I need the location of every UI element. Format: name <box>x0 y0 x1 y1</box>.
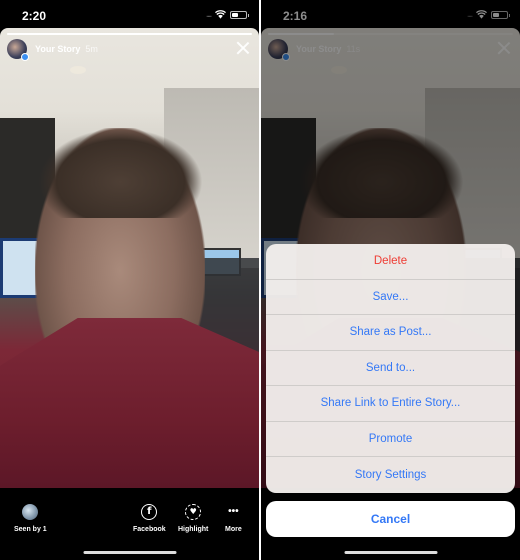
share-as-post-button[interactable]: Share as Post... <box>266 315 515 351</box>
story-title[interactable]: Your Story <box>35 44 80 54</box>
facebook-button[interactable]: f Facebook <box>133 504 166 533</box>
action-sheet-options: Delete Save... Share as Post... Send to.… <box>266 244 515 493</box>
more-button[interactable]: ••• More <box>225 504 242 534</box>
status-icons: .... <box>206 10 249 19</box>
action-sheet: Delete Save... Share as Post... Send to.… <box>266 244 515 537</box>
delete-button[interactable]: Delete <box>266 244 515 280</box>
seen-by-label: Seen by 1 <box>14 526 47 533</box>
status-time: 2:20 <box>22 9 47 23</box>
wifi-icon <box>215 10 226 19</box>
signal-icon: .... <box>206 10 212 19</box>
facebook-icon: f <box>141 504 158 520</box>
viewer-avatar <box>22 504 39 520</box>
seen-by-button[interactable]: Seen by 1 <box>14 504 47 533</box>
story-header: Your Story 5m <box>7 38 252 61</box>
close-icon[interactable] <box>236 41 250 55</box>
story-time-ago: 5m <box>85 44 98 54</box>
story-viewer-right: 2:16 .... Your Story 11s Delete Save... … <box>261 0 520 560</box>
battery-icon <box>230 10 249 19</box>
more-dots-icon: ••• <box>228 506 239 517</box>
send-to-button[interactable]: Send to... <box>266 351 515 386</box>
story-photo[interactable] <box>0 28 259 488</box>
highlight-label: Highlight <box>178 526 209 533</box>
story-bottom-bar: Seen by 1 f Facebook ♥ Highlight ••• Mor… <box>0 488 259 560</box>
save-button[interactable]: Save... <box>266 280 515 315</box>
story-progress-bar <box>7 33 252 35</box>
home-indicator[interactable] <box>344 551 437 554</box>
story-settings-button[interactable]: Story Settings <box>266 457 515 493</box>
home-indicator[interactable] <box>83 551 176 554</box>
promote-button[interactable]: Promote <box>266 422 515 457</box>
status-bar: 2:20 .... <box>0 0 259 28</box>
more-label: More <box>225 526 242 533</box>
facebook-label: Facebook <box>133 526 166 533</box>
story-viewer-left: 2:20 .... Your Story 5m Seen by 1 f Face… <box>0 0 259 560</box>
add-story-badge-icon <box>21 53 29 61</box>
highlight-button[interactable]: ♥ Highlight <box>178 504 208 533</box>
cancel-button[interactable]: Cancel <box>266 500 515 537</box>
highlight-heart-icon: ♥ <box>185 504 202 520</box>
share-link-button[interactable]: Share Link to Entire Story... <box>266 386 515 422</box>
avatar[interactable] <box>7 39 29 61</box>
